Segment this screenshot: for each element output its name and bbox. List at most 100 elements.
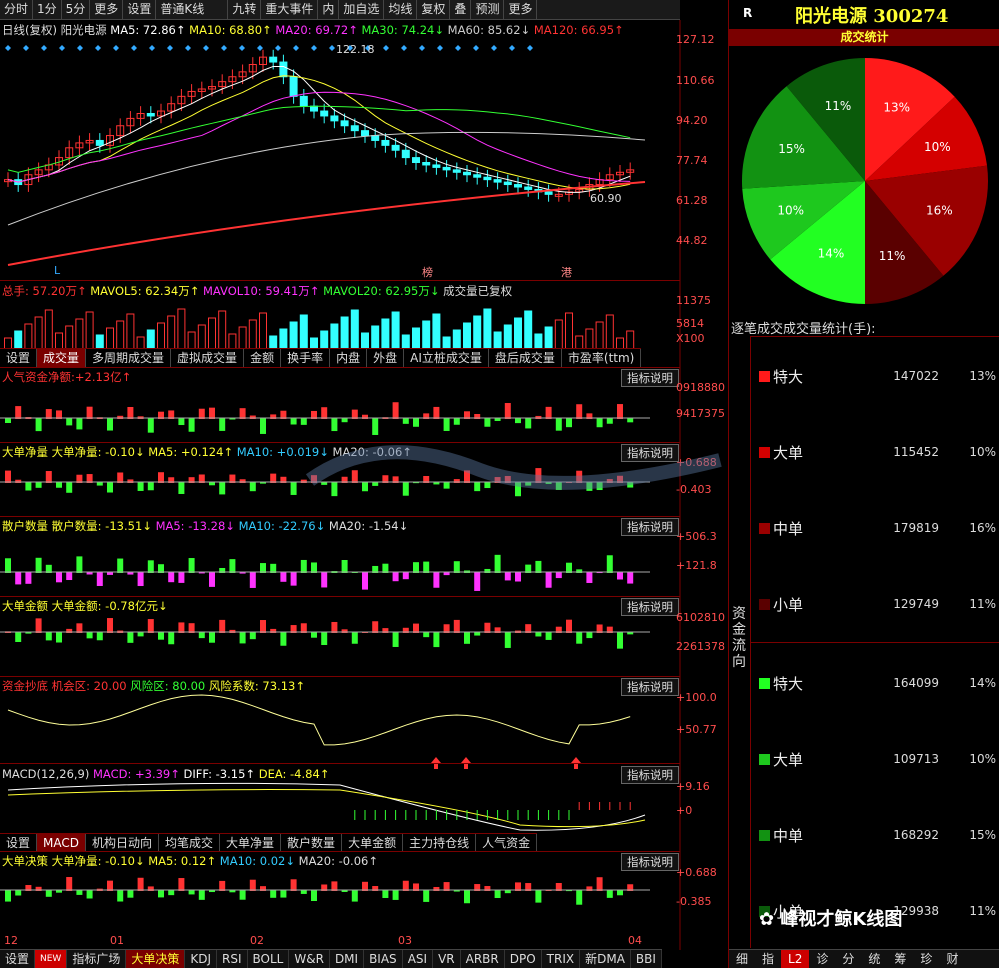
tab-item[interactable]: 主力持仓线 [403, 834, 477, 852]
indicator-help-button[interactable]: 指标说明 [621, 369, 679, 387]
toolbar-item[interactable]: 加自选 [339, 0, 385, 19]
bottom-tab[interactable]: BOLL [248, 950, 290, 968]
bottom-tab[interactable]: DPO [505, 950, 542, 968]
indicator-bar [300, 890, 307, 894]
indicator-bar [311, 632, 317, 638]
toolbar-item[interactable]: 复权 [417, 0, 451, 19]
toolbar-item[interactable]: 预测 [471, 0, 505, 19]
tab-item[interactable]: 市盈率(ttm) [562, 349, 642, 367]
tab-item[interactable]: 金额 [244, 349, 282, 367]
bottom-tab[interactable]: W&R [289, 950, 330, 968]
bottom-tab[interactable]: TRIX [542, 950, 581, 968]
toolbar-item[interactable]: 叠 [450, 0, 472, 19]
tab-item[interactable]: 大单净量 [220, 834, 282, 852]
panel-title: 大单净量 [2, 445, 48, 459]
right-tab[interactable]: 筹 [887, 950, 913, 968]
tab-item[interactable]: 均笔成交 [159, 834, 221, 852]
panel-value: 散户数量: -13.51↓ [51, 519, 152, 533]
toolbar-item[interactable]: 重大事件 [261, 0, 319, 19]
candle-body [493, 179, 502, 183]
toolbar-item[interactable]: 内 [318, 0, 340, 19]
indicator-bar [178, 418, 185, 426]
bottom-tab[interactable]: 指标广场 [67, 950, 127, 968]
bottom-tab[interactable]: BBI [631, 950, 662, 968]
candle-body [95, 139, 104, 146]
indicator-bar [45, 632, 52, 641]
tab-item[interactable]: 虚拟成交量 [171, 349, 245, 367]
bottom-tab[interactable]: 设置 [0, 950, 36, 968]
tab-item[interactable]: 多周期成交量 [86, 349, 172, 367]
indicator-help-button[interactable]: 指标说明 [621, 766, 679, 784]
right-tab[interactable]: 珍 [913, 950, 939, 968]
volume-bar [289, 321, 298, 351]
indicator-help-button[interactable]: 指标说明 [621, 598, 679, 616]
tab-item[interactable]: 盘后成交量 [489, 349, 562, 367]
toolbar-item[interactable]: 1分 [33, 0, 62, 19]
color-swatch [759, 678, 770, 689]
tab-item[interactable]: 成交量 [37, 349, 87, 367]
indicator-help-button[interactable]: 指标说明 [621, 853, 679, 871]
right-tab[interactable]: L2 [781, 950, 810, 968]
event-marker-gang[interactable]: 港 [561, 264, 572, 280]
tab-item[interactable]: 内盘 [330, 349, 368, 367]
watermark-text: ✿ 峰视才鲸K线图 [759, 905, 902, 931]
toolbar-item[interactable]: 5分 [62, 0, 91, 19]
tab-item[interactable]: 机构日动向 [86, 834, 160, 852]
indicator-bar [453, 561, 460, 573]
toolbar-item[interactable]: 普通K线 [156, 0, 229, 19]
tab-item[interactable]: AI立桩成交量 [404, 349, 489, 367]
tab-item[interactable]: 外盘 [367, 349, 405, 367]
candle-body [310, 105, 318, 112]
bottom-tab[interactable]: DMI [330, 950, 365, 968]
toolbar-item[interactable]: 九转 [228, 0, 262, 19]
indicator-bar [566, 562, 572, 573]
right-tab[interactable]: 分 [835, 950, 861, 968]
toolbar-item[interactable]: 均线 [384, 0, 418, 19]
signal-diamond-icon [419, 45, 425, 51]
bottom-tab[interactable]: VR [433, 950, 461, 968]
divider [0, 367, 680, 368]
indicator-help-button[interactable]: 指标说明 [621, 678, 679, 696]
indicator-bar [474, 572, 481, 591]
toolbar-item[interactable]: 设置 [123, 0, 157, 19]
indicator-bar [535, 560, 542, 573]
tab-item[interactable]: 散户数量 [281, 834, 343, 852]
ma5-value: MA5: +0.124↑ [148, 445, 234, 459]
indicator-bar [76, 556, 83, 573]
bottom-tab[interactable]: 新DMA [580, 950, 631, 968]
bottom-tab[interactable]: NEW [35, 950, 68, 968]
volume-bar [524, 310, 533, 351]
indicator-bar [127, 632, 134, 643]
bottom-tab[interactable]: RSI [217, 950, 248, 968]
right-tab[interactable]: 诊 [809, 950, 835, 968]
toolbar-item[interactable]: 更多 [90, 0, 124, 19]
tab-item[interactable]: 换手率 [281, 349, 331, 367]
toolbar-item[interactable]: 更多 [504, 0, 538, 19]
right-tab[interactable]: 指 [755, 950, 781, 968]
indicator-bar [392, 632, 399, 647]
indicator-bar [300, 559, 307, 573]
trade-stat-row: 中单 168292 15% [759, 825, 999, 845]
signal-diamond-icon [41, 45, 47, 51]
right-tab[interactable]: 财 [939, 950, 965, 968]
right-tab[interactable]: 细 [729, 950, 755, 968]
bottom-tab[interactable]: ARBR [461, 950, 505, 968]
toolbar-item[interactable]: 分时 [0, 0, 34, 19]
event-marker-l[interactable]: L [54, 264, 60, 277]
tab-item[interactable]: 大单金额 [342, 834, 404, 852]
tab-item[interactable]: 设置 [0, 834, 38, 852]
bottom-tab[interactable]: KDJ [185, 950, 218, 968]
tab-item[interactable]: 设置 [0, 349, 38, 367]
bottom-tab[interactable]: ASI [403, 950, 434, 968]
tab-item[interactable]: MACD [37, 834, 86, 852]
event-marker-bang[interactable]: 榜 [422, 264, 433, 280]
row-name: 小单 [773, 596, 804, 614]
tab-item[interactable]: 人气资金 [476, 834, 538, 852]
signal-diamond-icon [437, 45, 443, 51]
indicator-bar [209, 572, 215, 587]
panel-bigamount-legend: 大单金额 大单金额: -0.78亿元↓ [2, 598, 168, 614]
right-tab[interactable]: 统 [861, 950, 887, 968]
bottom-tab[interactable]: 大单决策 [126, 950, 186, 968]
indicator-bar [158, 472, 164, 483]
bottom-tab[interactable]: BIAS [364, 950, 403, 968]
